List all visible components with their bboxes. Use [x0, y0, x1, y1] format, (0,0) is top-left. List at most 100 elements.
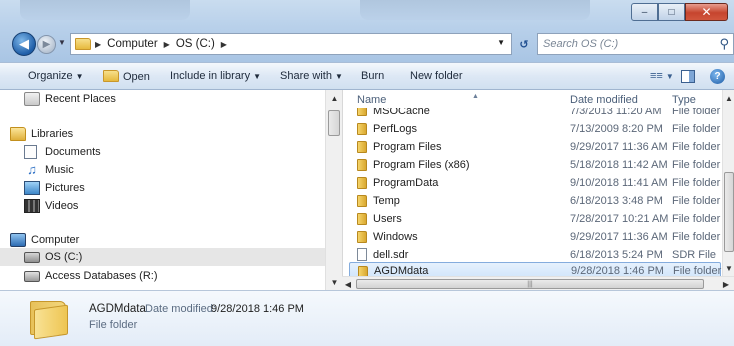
refresh-icon[interactable]: ↺	[514, 33, 534, 55]
file-name: Windows	[373, 231, 418, 243]
table-row[interactable]: Program Files (x86) 5/18/2018 11:42 AM F…	[349, 156, 721, 174]
breadcrumb-separator-icon[interactable]: ▶	[164, 40, 170, 49]
scroll-thumb[interactable]	[724, 172, 734, 252]
nav-item-documents[interactable]: Documents	[24, 143, 101, 161]
open-button[interactable]: Open	[103, 70, 150, 83]
folder-icon	[357, 213, 367, 225]
file-type: File folder	[672, 195, 721, 207]
nav-label: Access Databases (R:)	[45, 270, 158, 282]
preview-pane-icon[interactable]	[681, 70, 695, 83]
scroll-down-icon[interactable]: ▼	[723, 260, 734, 276]
breadcrumb-separator-icon[interactable]: ▶	[221, 40, 227, 49]
nav-item-videos[interactable]: Videos	[24, 197, 78, 215]
file-date: 6/18/2013 5:24 PM	[570, 249, 663, 261]
nav-item-pictures[interactable]: Pictures	[24, 179, 85, 197]
column-header-date-modified[interactable]: Date modified	[570, 94, 638, 106]
nav-label: Pictures	[45, 182, 85, 194]
table-row[interactable]: Program Files 9/29/2017 11:36 AM File fo…	[349, 138, 721, 156]
file-date: 9/10/2018 11:41 AM	[570, 177, 668, 189]
nav-item-os-drive[interactable]: OS (C:)	[0, 248, 325, 266]
table-row[interactable]: MSOCache 7/3/2013 11:20 AM File folder	[349, 108, 721, 118]
change-view-icon[interactable]: ≡≡ ▼	[650, 70, 674, 82]
table-row[interactable]: Users 7/28/2017 10:21 AM File folder	[349, 210, 721, 228]
details-item-type: File folder	[89, 319, 138, 331]
breadcrumb-computer[interactable]: Computer	[107, 38, 158, 50]
search-input[interactable]: Search OS (C:) ⚲	[537, 33, 734, 55]
file-name: PerfLogs	[373, 123, 418, 135]
close-button[interactable]: ✕	[685, 3, 728, 21]
recent-pages-dropdown-icon[interactable]: ▼	[58, 38, 66, 47]
table-row[interactable]: Temp 6/18/2013 3:48 PM File folder	[349, 192, 721, 210]
include-in-library-button[interactable]: Include in library ▼	[170, 70, 261, 82]
computer-location-icon	[75, 38, 91, 50]
pictures-icon	[24, 181, 40, 195]
scroll-up-icon[interactable]: ▲	[723, 90, 734, 106]
file-name: Temp	[373, 195, 400, 207]
file-date: 7/28/2017 10:21 AM	[570, 213, 669, 225]
nav-item-computer[interactable]: Computer	[10, 231, 79, 249]
organize-button[interactable]: Organize ▼	[28, 70, 84, 82]
navigation-pane: Recent Places Libraries Documents ♫ Music…	[0, 90, 337, 290]
table-row[interactable]: ProgramData 9/10/2018 11:41 AM File fold…	[349, 174, 721, 192]
column-header-type[interactable]: Type	[672, 94, 696, 106]
address-history-dropdown-icon[interactable]: ▼	[497, 38, 505, 47]
large-folder-icon	[30, 301, 70, 340]
breadcrumb-os-drive[interactable]: OS (C:)	[176, 38, 215, 50]
libraries-icon	[10, 127, 26, 141]
file-type: SDR File	[672, 249, 717, 261]
file-name: MSOCache	[373, 108, 430, 117]
file-name: dell.sdr	[373, 249, 409, 261]
scroll-down-icon[interactable]: ▼	[326, 274, 343, 290]
scroll-thumb[interactable]: |||	[356, 279, 704, 289]
table-row[interactable]: Windows 9/29/2017 11:36 AM File folder	[349, 228, 721, 246]
nav-item-music[interactable]: ♫ Music	[24, 161, 74, 179]
burn-button[interactable]: Burn	[361, 70, 384, 82]
sort-ascending-icon: ▲	[472, 93, 479, 100]
file-name: ProgramData	[373, 177, 439, 189]
back-arrow-icon[interactable]: ◀	[12, 32, 36, 56]
search-placeholder: Search OS (C:)	[543, 38, 619, 50]
help-icon[interactable]: ?	[710, 69, 725, 84]
minimize-button[interactable]: –	[631, 3, 658, 21]
nav-label: Libraries	[31, 128, 74, 140]
nav-label: OS (C:)	[45, 251, 83, 263]
scroll-up-icon[interactable]: ▲	[326, 90, 343, 106]
table-row[interactable]: PerfLogs 7/13/2009 8:20 PM File folder	[349, 120, 721, 138]
nav-label: Recent Places	[45, 93, 116, 105]
details-item-name: AGDMdata	[89, 303, 146, 315]
file-name: Program Files	[373, 141, 442, 153]
forward-arrow-icon[interactable]: ▶	[37, 35, 56, 54]
file-icon	[357, 248, 367, 261]
new-folder-button[interactable]: New folder	[410, 70, 463, 82]
details-date-label: Date modified:	[145, 303, 216, 315]
column-header-name[interactable]: Name ▲	[357, 93, 479, 106]
share-with-button[interactable]: Share with ▼	[280, 70, 343, 82]
nav-item-recent-places[interactable]: Recent Places	[24, 90, 116, 108]
column-label: Name	[357, 94, 387, 106]
file-list: Name ▲ Date modified Type MSOCache 7/3/20…	[342, 90, 722, 290]
include-in-library-label: Include in library	[170, 70, 251, 82]
magnifier-icon[interactable]: ⚲	[719, 36, 729, 52]
address-bar[interactable]: ▶ Computer ▶ OS (C:) ▶ ▼	[70, 33, 512, 55]
file-type: File folder	[672, 213, 721, 225]
file-name: Users	[373, 213, 402, 225]
nav-item-libraries[interactable]: Libraries	[10, 125, 73, 143]
navigation-pane-scrollbar[interactable]: ▲ ▼	[325, 90, 342, 290]
open-label: Open	[123, 71, 150, 83]
file-date: 6/18/2013 3:48 PM	[570, 195, 663, 207]
nav-item-access-databases[interactable]: Access Databases (R:)	[24, 267, 157, 285]
navigation-row: ◀ ▶ ▼ ▶ Computer ▶ OS (C:) ▶ ▼ ↺ Search …	[0, 30, 734, 58]
file-name: Program Files (x86)	[373, 159, 470, 171]
nav-label: Computer	[31, 234, 80, 246]
folder-icon	[357, 141, 367, 153]
scroll-thumb[interactable]	[328, 110, 340, 136]
nav-label: Videos	[45, 200, 79, 212]
music-note-icon: ♫	[27, 162, 37, 177]
file-list-vertical-scrollbar[interactable]: ▲ ▼	[722, 90, 734, 276]
computer-icon	[10, 233, 26, 247]
details-date-value: 9/28/2018 1:46 PM	[211, 303, 304, 315]
file-list-horizontal-scrollbar[interactable]: ◀ ||| ▶	[342, 276, 734, 290]
maximize-button[interactable]: □	[658, 3, 685, 21]
blurred-title-area-2	[360, 0, 590, 20]
breadcrumb-separator-icon[interactable]: ▶	[95, 40, 101, 49]
